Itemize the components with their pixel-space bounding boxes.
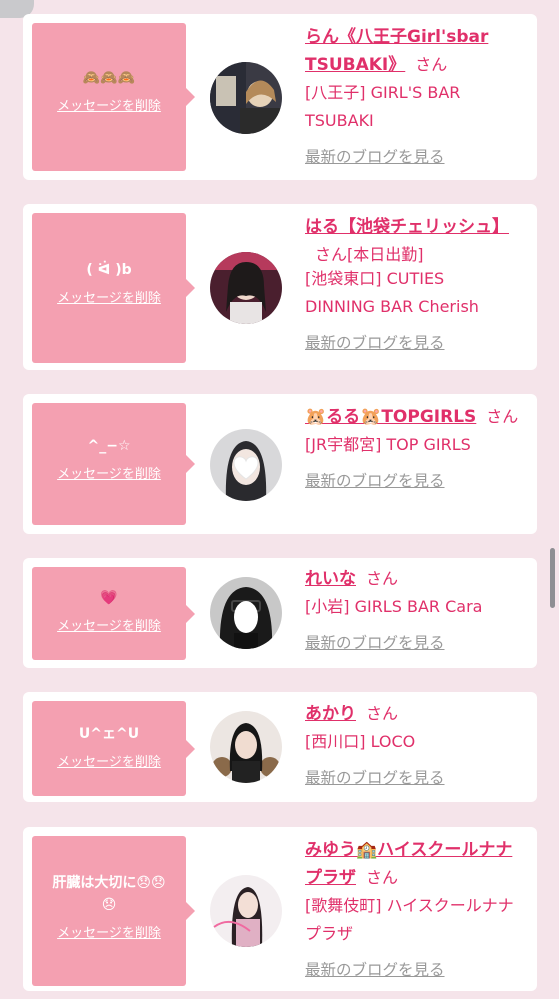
- message-text: ^_−☆: [87, 438, 131, 454]
- message-card: U^ェ^U メッセージを削除 あかり さん [西川口] LOCO 最新のブログを見…: [23, 692, 537, 802]
- message-card: 🙈🙈🙈 メッセージを削除 らん《八王子Girl'sbar TSUBAKI》 さん …: [23, 14, 537, 180]
- avatar[interactable]: [210, 62, 282, 134]
- shop-name: [八王子] GIRL'S BAR TSUBAKI: [305, 83, 461, 130]
- message-text: 💗: [100, 590, 118, 606]
- latest-blog-link[interactable]: 最新のブログを見る: [305, 331, 519, 353]
- avatar[interactable]: [210, 429, 282, 501]
- shop-name: [JR宇都宮] TOP GIRLS: [305, 435, 471, 454]
- avatar[interactable]: [210, 711, 282, 783]
- message-card: ( ᐛ )b メッセージを削除 はる【池袋チェリッシュ】さん[本日出勤] [池袋…: [23, 204, 537, 370]
- profile-name-link[interactable]: はる【池袋チェリッシュ】: [305, 217, 509, 237]
- shop-name: [歌舞伎町] ハイスクールナナプラザ: [305, 896, 514, 943]
- avatar[interactable]: [210, 577, 282, 649]
- latest-blog-link[interactable]: 最新のブログを見る: [305, 958, 519, 980]
- profile-name-link[interactable]: みゆう🏫ハイスクールナナプラザ: [305, 840, 512, 888]
- honorific: さん: [315, 245, 348, 264]
- avatar[interactable]: [210, 875, 282, 947]
- profile-name-link[interactable]: あかり: [305, 704, 356, 724]
- message-text: 肝臓は大切に😞😞😞: [52, 875, 166, 913]
- scrollbar[interactable]: [550, 548, 555, 608]
- profile-name-link[interactable]: れいな: [305, 569, 356, 589]
- honorific: さん: [366, 704, 399, 723]
- delete-message-link[interactable]: メッセージを削除: [57, 95, 161, 114]
- message-text: 🙈🙈🙈: [82, 70, 136, 86]
- latest-blog-link[interactable]: 最新のブログを見る: [305, 145, 519, 167]
- latest-blog-link[interactable]: 最新のブログを見る: [305, 469, 519, 491]
- message-bubble: U^ェ^U メッセージを削除: [32, 701, 195, 796]
- message-card: ^_−☆ メッセージを削除 🐹るる🐹TOPGIRLS さん [JR宇都宮] TOP…: [23, 394, 537, 534]
- message-bubble: 🙈🙈🙈 メッセージを削除: [32, 23, 195, 171]
- shop-name: [西川口] LOCO: [305, 732, 416, 751]
- shop-name: [小岩] GIRLS BAR Cara: [305, 597, 483, 616]
- delete-message-link[interactable]: メッセージを削除: [57, 751, 161, 770]
- message-text: U^ェ^U: [78, 726, 140, 742]
- honorific: さん: [366, 569, 399, 588]
- honorific: さん: [366, 868, 399, 887]
- message-bubble: ( ᐛ )b メッセージを削除: [32, 213, 195, 363]
- delete-message-link[interactable]: メッセージを削除: [57, 463, 161, 482]
- delete-message-link[interactable]: メッセージを削除: [57, 922, 161, 941]
- shop-name: [池袋東口] CUTIES DINNING BAR Cherish: [305, 269, 479, 316]
- message-text: ( ᐛ )b: [86, 262, 132, 278]
- delete-message-link[interactable]: メッセージを削除: [57, 287, 161, 306]
- profile-info: みゆう🏫ハイスクールナナプラザ さん [歌舞伎町] ハイスクールナナプラザ 最新の…: [305, 836, 519, 980]
- profile-info: はる【池袋チェリッシュ】さん[本日出勤] [池袋東口] CUTIES DINNI…: [305, 213, 519, 353]
- honorific: さん: [415, 55, 448, 74]
- latest-blog-link[interactable]: 最新のブログを見る: [305, 631, 519, 653]
- profile-name-link[interactable]: らん《八王子Girl'sbar TSUBAKI》: [305, 27, 488, 75]
- avatar[interactable]: [210, 252, 282, 324]
- message-bubble: ^_−☆ メッセージを削除: [32, 403, 195, 525]
- profile-name-link[interactable]: 🐹るる🐹TOPGIRLS: [305, 407, 476, 427]
- profile-info: れいな さん [小岩] GIRLS BAR Cara 最新のブログを見る: [305, 565, 519, 653]
- delete-message-link[interactable]: メッセージを削除: [57, 615, 161, 634]
- profile-info: らん《八王子Girl'sbar TSUBAKI》 さん [八王子] GIRL'S …: [305, 23, 519, 167]
- profile-info: 🐹るる🐹TOPGIRLS さん [JR宇都宮] TOP GIRLS 最新のブログを…: [305, 403, 519, 491]
- latest-blog-link[interactable]: 最新のブログを見る: [305, 766, 519, 788]
- message-card: 💗 メッセージを削除 れいな さん [小岩] GIRLS BAR Cara 最新の…: [23, 558, 537, 668]
- message-bubble: 💗 メッセージを削除: [32, 567, 195, 660]
- message-bubble: 肝臓は大切に😞😞😞 メッセージを削除: [32, 836, 195, 986]
- message-card: 肝臓は大切に😞😞😞 メッセージを削除 みゆう🏫ハイスクールナナプラザ さん [歌舞…: [23, 827, 537, 991]
- status-label: [本日出勤]: [347, 245, 424, 264]
- honorific: さん: [486, 407, 519, 426]
- profile-info: あかり さん [西川口] LOCO 最新のブログを見る: [305, 700, 519, 788]
